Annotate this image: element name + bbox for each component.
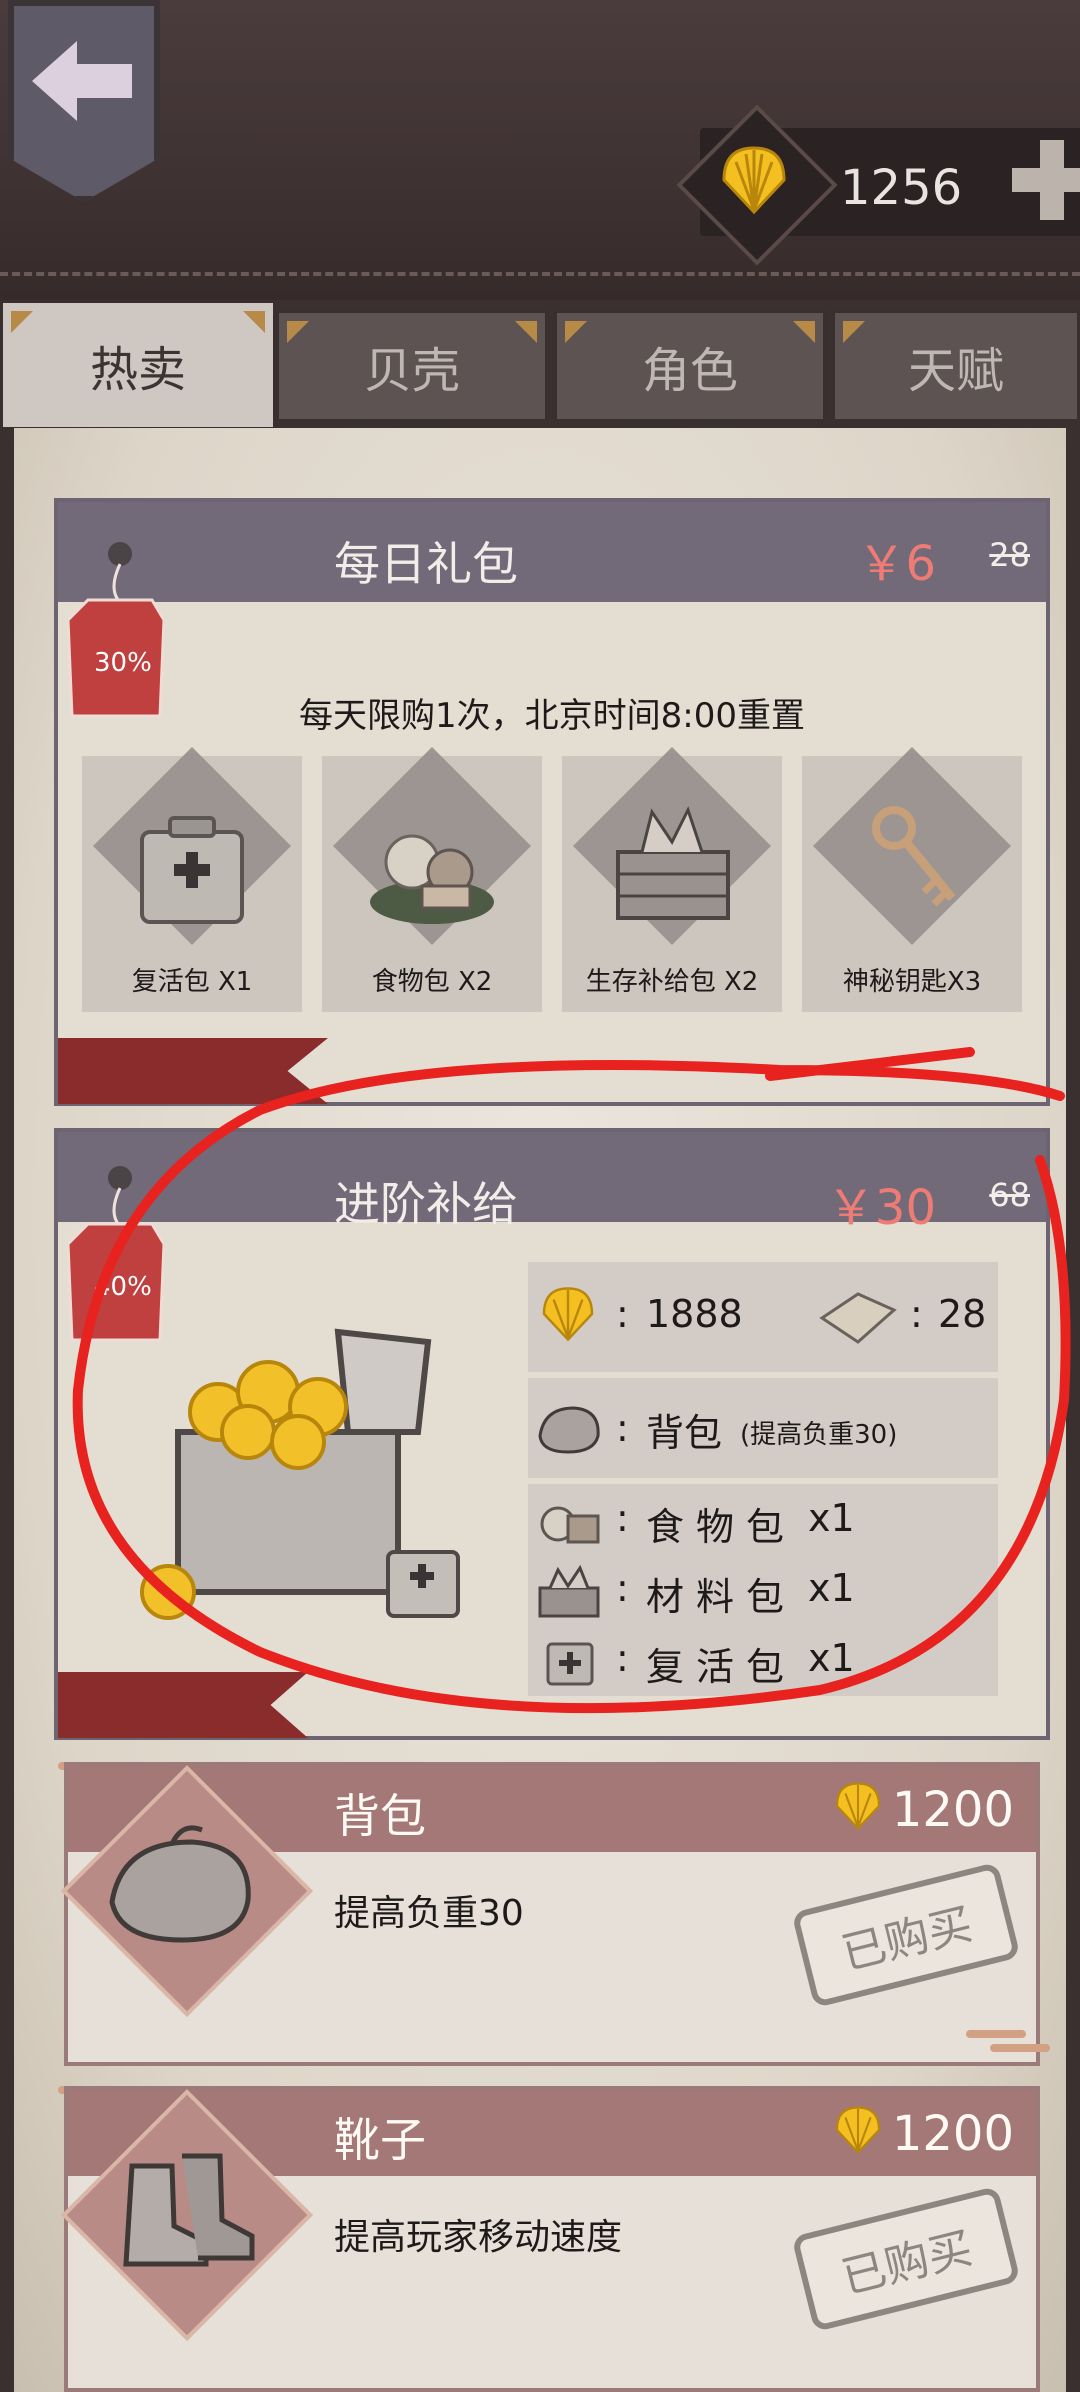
reward-backpack-label: 背包 — [646, 1411, 723, 1455]
reward-backpack-sub: (提高负重30) — [740, 1420, 898, 1450]
shop-item-price: 1200 — [891, 1782, 1014, 1838]
advanced-pack-original-price: 68 — [989, 1176, 1030, 1214]
currency-amount: 1256 — [840, 160, 963, 216]
tab-label: 角色 — [641, 343, 738, 399]
tab-corner — [243, 311, 265, 333]
daily-limit-note: 每天限购1次，北京时间8:00重置 — [299, 696, 805, 736]
item-label: 生存补给包 X2 — [585, 967, 759, 997]
reward-colon: : — [616, 1636, 629, 1680]
backpack-icon — [538, 1406, 600, 1454]
reward-paper-amount: 28 — [938, 1292, 987, 1336]
tab-corner — [515, 321, 537, 343]
tab-shells[interactable]: 贝壳 — [276, 310, 548, 422]
tab-label: 热卖 — [89, 342, 186, 398]
reward-panel: : 1888 : 28 : 背包 (提高负重30) : 食物包 x1: 材料包… — [528, 1262, 998, 1696]
add-currency-button[interactable] — [1012, 140, 1080, 220]
reward-row-backpack: : 背包 (提高负重30) — [528, 1378, 998, 1478]
decor-ribbon — [58, 1672, 308, 1738]
food-pack-icon — [540, 1506, 600, 1544]
shop-item-boots[interactable]: 靴子 1200 提高玩家移动速度 已购买 — [61, 2086, 1040, 2392]
purchased-stamp: 已购买 — [791, 2185, 1021, 2333]
daily-pack-title: 每日礼包 — [334, 537, 518, 591]
boots-icon — [123, 2153, 255, 2267]
reward-row-packs: : 食物包 x1 : 材料包 x1 : 复活包 x1 — [528, 1484, 998, 1696]
reward-revive-label: 复活包 — [646, 1645, 797, 1689]
reward-revive-qty: x1 — [808, 1636, 855, 1680]
shop-item-name: 背包 — [334, 1789, 426, 1843]
item-food-pack[interactable]: 食物包 X2 — [322, 747, 542, 1012]
reward-material-qty: x1 — [808, 1566, 855, 1610]
tab-corner — [287, 321, 309, 343]
stitch-divider — [0, 272, 1080, 276]
item-supply-crate[interactable]: 生存补给包 X2 — [562, 747, 782, 1012]
reward-row-currency: : 1888 : 28 — [528, 1262, 998, 1372]
decor-cloud — [990, 2044, 1050, 2052]
advanced-pack-price[interactable]: ￥30 — [827, 1168, 936, 1238]
tab-talents[interactable]: 天赋 — [832, 310, 1080, 422]
daily-pack-card[interactable]: 每日礼包 ￥6 28 30% 每天限购1次，北京时间8:00重置 复活包 X1 … — [54, 498, 1050, 1106]
tab-hot[interactable]: 热卖 — [0, 300, 276, 430]
daily-discount-label: 30% — [94, 648, 152, 678]
shop-item-desc: 提高负重30 — [334, 1893, 524, 1934]
revive-kit-icon — [546, 1642, 594, 1686]
reward-colon: : — [616, 1292, 629, 1336]
tab-corner — [565, 321, 587, 343]
mystery-key-icon — [872, 806, 956, 907]
reward-shells-amount: 1888 — [646, 1292, 743, 1336]
shop-item-backpack[interactable]: 背包 1200 提高负重30 已购买 — [61, 1762, 1040, 2066]
shop-item-name: 靴子 — [334, 2113, 426, 2167]
item-label: 复活包 X1 — [131, 967, 253, 997]
advanced-pack-title: 进阶补给 — [334, 1177, 518, 1231]
scroll-paper-icon — [819, 1292, 897, 1344]
shop-item-desc: 提高玩家移动速度 — [334, 2217, 623, 2258]
item-label: 食物包 X2 — [371, 967, 493, 997]
back-arrow-icon — [32, 41, 132, 121]
decor-cloud — [966, 2030, 1026, 2038]
shell-coin-icon — [722, 146, 786, 215]
daily-pack-original-price: 28 — [989, 536, 1030, 574]
reward-colon: : — [616, 1496, 629, 1540]
item-label: 神秘钥匙X3 — [842, 967, 982, 997]
tab-label: 贝壳 — [363, 343, 460, 399]
tab-corner — [11, 311, 33, 333]
item-mystery-key[interactable]: 神秘钥匙X3 — [802, 747, 1022, 1012]
reward-food-label: 食物包 — [646, 1505, 797, 1549]
reward-food-qty: x1 — [808, 1496, 855, 1540]
purchased-stamp: 已购买 — [791, 1861, 1021, 2009]
shop-item-price: 1200 — [891, 2106, 1014, 2162]
reward-colon: : — [616, 1566, 629, 1610]
reward-colon: : — [910, 1292, 923, 1336]
shell-coin-icon — [835, 1782, 881, 1830]
decor-ribbon — [58, 1038, 328, 1104]
reward-colon: : — [616, 1406, 629, 1450]
revive-kit-icon — [140, 816, 244, 924]
food-pack-icon — [370, 834, 494, 924]
daily-pack-price[interactable]: ￥6 — [857, 524, 936, 594]
tab-label: 天赋 — [907, 343, 1004, 399]
backpack-icon — [109, 1825, 251, 1943]
item-revive-kit[interactable]: 复活包 X1 — [82, 747, 302, 1012]
supply-crate-icon — [616, 806, 730, 920]
tab-corner — [793, 321, 815, 343]
tab-corner — [843, 321, 865, 343]
tab-bar: 热卖 贝壳 角色 天赋 — [0, 300, 1080, 430]
reward-material-label: 材料包 — [646, 1575, 797, 1619]
treasure-chest-icon — [140, 1328, 460, 1620]
tab-roles[interactable]: 角色 — [554, 310, 826, 422]
advanced-pack-card[interactable]: 进阶补给 ￥30 68 40% : 1888 : 28: 背包 (提高负重30… — [54, 1128, 1050, 1740]
shell-coin-icon — [835, 2106, 881, 2154]
shell-coin-icon — [542, 1287, 594, 1342]
material-pack-icon — [538, 1564, 600, 1618]
